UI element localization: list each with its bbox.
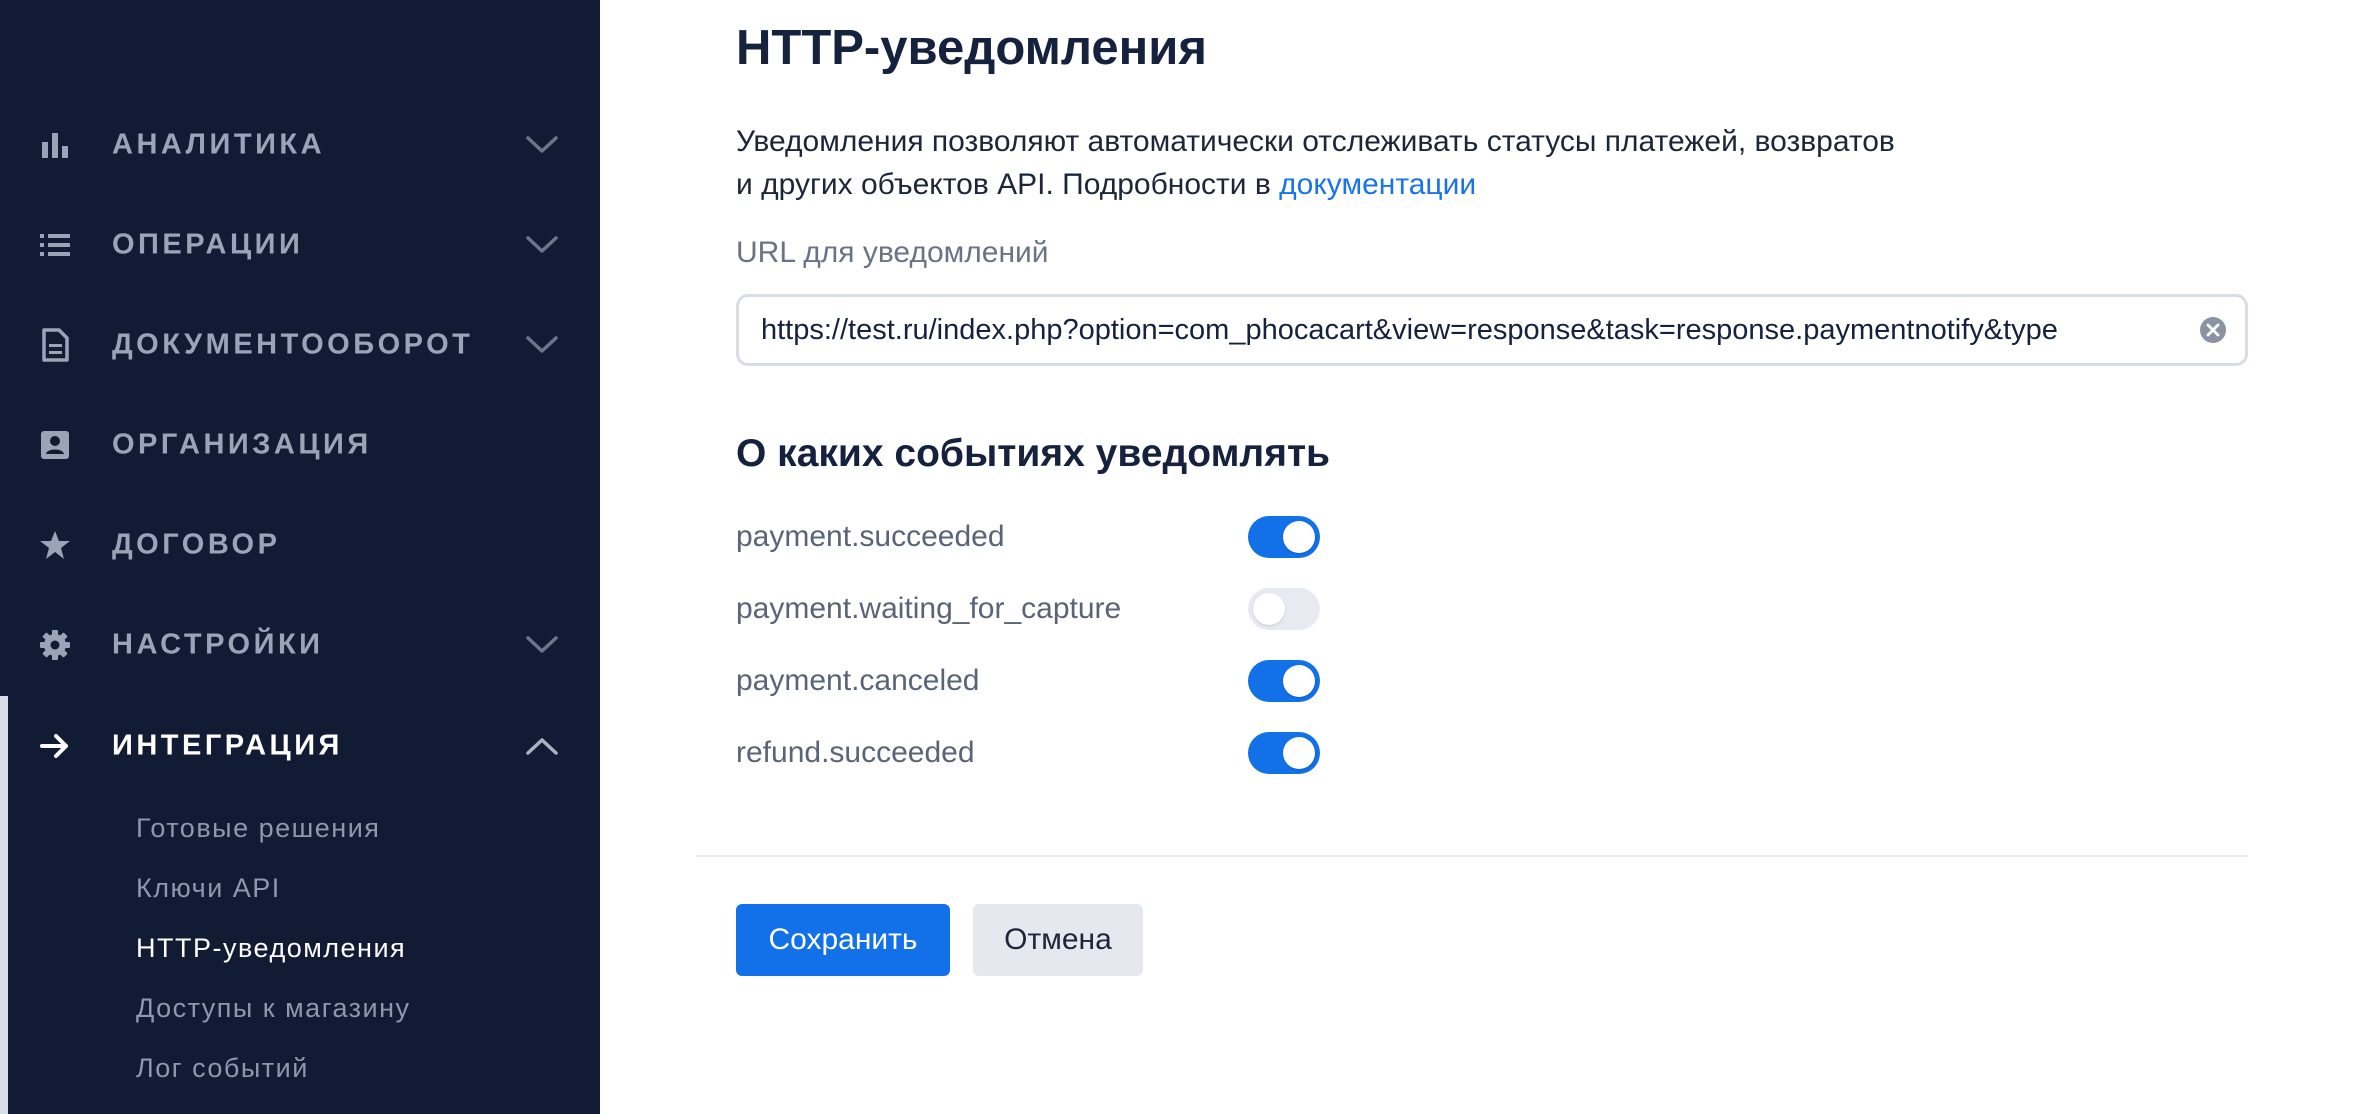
sidebar-item-label: ДОГОВОР [112,528,281,561]
chevron-down-icon[interactable] [524,334,560,356]
sidebar-item-label: НАСТРОЙКИ [112,628,324,661]
list-icon [38,228,72,262]
event-toggle[interactable] [1248,660,1320,702]
events-section-title: О каких событиях уведомлять [736,432,1331,475]
toggle-knob [1253,593,1285,625]
event-row: payment.canceled [736,656,1336,706]
toggle-knob [1283,737,1315,769]
chevron-down-icon[interactable] [524,634,560,656]
sidebar-item-label: ОПЕРАЦИИ [112,228,304,261]
sidebar-item-label: ИНТЕГРАЦИЯ [112,729,343,762]
sidebar-item-contract[interactable]: ДОГОВОР [0,495,600,595]
url-input-container [736,294,2248,366]
event-name: payment.succeeded [736,520,1005,553]
event-name: refund.succeeded [736,736,975,769]
arrow-right-icon [38,729,72,763]
event-toggle[interactable] [1248,588,1320,630]
sidebar-item-settings[interactable]: НАСТРОЙКИ [0,595,600,695]
toggle-knob [1283,665,1315,697]
save-button[interactable]: Сохранить [736,904,950,976]
sidebar-subitem-event-log[interactable]: Лог событий [136,1046,309,1090]
gear-icon [38,628,72,662]
document-icon [38,328,72,362]
chevron-down-icon[interactable] [524,234,560,256]
bar-chart-icon [38,128,72,162]
sidebar-item-operations[interactable]: ОПЕРАЦИИ [0,195,600,295]
description-line-1: Уведомления позволяют автоматически отсл… [736,125,1895,158]
cancel-button[interactable]: Отмена [973,904,1143,976]
event-row: payment.succeeded [736,512,1336,562]
sidebar-subitem-ready-solutions[interactable]: Готовые решения [136,806,380,850]
sidebar-subitem-store-access[interactable]: Доступы к магазину [136,986,411,1030]
sidebar-item-label: ДОКУМЕНТООБОРОТ [112,328,474,361]
divider [696,855,2248,857]
description-line-2: и других объектов API. Подробности в [736,168,1280,201]
page-title: HTTP-уведомления [736,21,1207,75]
sidebar-item-integration[interactable]: ИНТЕГРАЦИЯ [0,696,600,796]
event-toggle[interactable] [1248,732,1320,774]
clear-icon[interactable] [2199,316,2227,344]
sidebar-item-analytics[interactable]: АНАЛИТИКА [0,95,600,195]
sidebar-subitem-http-notifications[interactable]: HTTP-уведомления [136,926,406,970]
sidebar-item-label: ОРГАНИЗАЦИЯ [112,428,372,461]
event-row: refund.succeeded [736,728,1336,778]
documentation-link[interactable]: документации [1279,168,1476,201]
sidebar-item-label: АНАЛИТИКА [112,128,326,161]
chevron-up-icon[interactable] [524,735,560,757]
page-description: Уведомления позволяют автоматически отсл… [736,120,2036,206]
chevron-down-icon[interactable] [524,134,560,156]
id-card-icon [38,428,72,462]
star-icon [38,528,72,562]
event-toggle[interactable] [1248,516,1320,558]
event-name: payment.waiting_for_capture [736,592,1122,625]
sidebar-subitem-api-keys[interactable]: Ключи API [136,866,281,910]
event-name: payment.canceled [736,664,980,697]
event-row: payment.waiting_for_capture [736,584,1336,634]
app: АНАЛИТИКА ОПЕРАЦИИ ДОКУМЕНТООБОРОТ ОРГАН… [0,0,2370,1114]
url-input[interactable] [761,297,2181,363]
toggle-knob [1283,521,1315,553]
sidebar: АНАЛИТИКА ОПЕРАЦИИ ДОКУМЕНТООБОРОТ ОРГАН… [0,0,600,1114]
sidebar-item-documents[interactable]: ДОКУМЕНТООБОРОТ [0,295,600,395]
url-field-label: URL для уведомлений [736,236,1049,269]
sidebar-item-organization[interactable]: ОРГАНИЗАЦИЯ [0,395,600,495]
